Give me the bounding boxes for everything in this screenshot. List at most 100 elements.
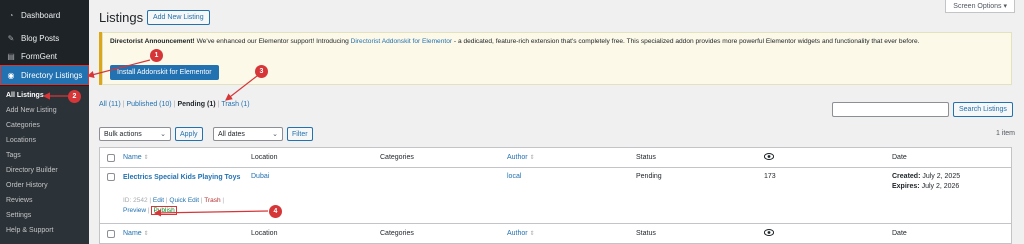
- bulk-actions-value: Bulk actions: [104, 130, 142, 138]
- created-label: Created:: [892, 173, 921, 180]
- filter-button[interactable]: Filter: [287, 127, 313, 141]
- table-row: Electrics Special Kids Playing Toys ID: …: [100, 169, 1011, 223]
- expires-value: July 2, 2026: [919, 183, 960, 190]
- column-name-footer[interactable]: Name ⇕: [123, 230, 149, 237]
- row-actions: ID: 2542 | Edit | Quick Edit | Trash | P…: [123, 197, 225, 215]
- created-date: Created: July 2, 2025: [892, 173, 960, 180]
- submenu-add-new-listing[interactable]: Add New Listing: [6, 107, 57, 114]
- screen-options-button[interactable]: Screen Options ▾: [945, 0, 1015, 13]
- quick-edit-link[interactable]: Quick Edit: [169, 197, 199, 204]
- notice-text: Directorist Announcement! We've enhanced…: [110, 37, 1010, 47]
- listings-table: Name ⇕ Location Categories Author ⇕ Stat…: [99, 147, 1012, 244]
- location-link[interactable]: Dubai: [251, 173, 269, 180]
- page-title: Listings: [99, 10, 144, 25]
- column-author-label: Author: [507, 154, 528, 161]
- views-count: 173: [764, 173, 776, 180]
- row-checkbox[interactable]: [107, 173, 115, 181]
- submenu-help-support[interactable]: Help & Support: [6, 227, 53, 234]
- pin-icon: ✎: [7, 33, 15, 43]
- annotation-marker-3: 3: [255, 65, 268, 78]
- view-all-link[interactable]: All (11): [99, 101, 121, 108]
- sidebar-item-label: Dashboard: [21, 10, 61, 20]
- submenu-tags[interactable]: Tags: [6, 152, 21, 159]
- submenu-locations[interactable]: Locations: [6, 137, 36, 144]
- view-published-link[interactable]: Published (10): [126, 101, 171, 108]
- notice-body: We've enhanced our Elementor support! In…: [194, 38, 351, 45]
- table-footer: Name ⇕ Location Categories Author ⇕ Stat…: [100, 223, 1011, 243]
- sidebar-submenu: All Listings Add New Listing Categories …: [0, 86, 89, 244]
- column-date-footer: Date: [892, 230, 907, 237]
- submenu-order-history[interactable]: Order History: [6, 182, 48, 189]
- expires-label: Expires:: [892, 183, 920, 190]
- dashboard-icon: ◔: [8, 10, 14, 20]
- column-categories-footer: Categories: [380, 230, 414, 237]
- view-pending-link[interactable]: Pending (1): [177, 101, 215, 108]
- listing-id: ID: 2542: [123, 197, 148, 204]
- eye-icon: [764, 229, 774, 236]
- addonskit-link[interactable]: Directorist Addonskit for Elementor: [351, 38, 453, 45]
- view-trash-link[interactable]: Trash (1): [221, 101, 249, 108]
- listing-title-link[interactable]: Electrics Special Kids Playing Toys: [123, 173, 243, 182]
- status-filter-links: All (11) | Published (10) | Pending (1) | Tras…: [99, 101, 250, 108]
- column-status-footer: Status: [636, 230, 656, 237]
- publish-link[interactable]: Publish: [151, 206, 177, 215]
- select-all-checkbox-footer[interactable]: [107, 230, 115, 238]
- table-header: Name ⇕ Location Categories Author ⇕ Stat…: [100, 148, 1011, 168]
- column-author-label: Author: [507, 230, 528, 237]
- sort-icon: ⇕: [529, 231, 535, 237]
- column-location: Location: [251, 154, 278, 161]
- submenu-settings[interactable]: Settings: [6, 212, 31, 219]
- annotation-marker-1: 1: [150, 49, 163, 62]
- date-filter-value: All dates: [218, 130, 245, 138]
- sort-icon: ⇕: [143, 155, 149, 161]
- trash-link[interactable]: Trash: [204, 197, 220, 204]
- edit-link[interactable]: Edit: [153, 197, 164, 204]
- search-input[interactable]: [832, 102, 949, 117]
- select-all-checkbox[interactable]: [107, 154, 115, 162]
- main-content: Listings Add New Listing Screen Options …: [89, 0, 1024, 244]
- bulk-actions-select[interactable]: Bulk actions ⌄: [99, 127, 171, 141]
- column-categories: Categories: [380, 154, 414, 161]
- form-icon: ▤: [7, 51, 15, 61]
- preview-link[interactable]: Preview: [123, 207, 146, 214]
- submenu-all-listings[interactable]: All Listings: [6, 92, 44, 99]
- submenu-categories[interactable]: Categories: [6, 122, 40, 129]
- sidebar-item-blog-posts[interactable]: ✎ Blog Posts: [0, 28, 89, 48]
- annotation-marker-4: 4: [269, 205, 282, 218]
- column-name[interactable]: Name ⇕: [123, 154, 149, 161]
- submenu-reviews[interactable]: Reviews: [6, 197, 32, 204]
- items-count: 1 item: [995, 130, 1015, 137]
- column-location-footer: Location: [251, 230, 278, 237]
- sidebar-item-label: Blog Posts: [21, 33, 60, 43]
- highlight-box: [0, 65, 89, 85]
- column-author[interactable]: Author ⇕: [507, 154, 535, 161]
- eye-icon: [764, 153, 774, 160]
- created-value: July 2, 2025: [920, 173, 961, 180]
- notice-body-2: - a dedicated, feature-rich extension th…: [452, 38, 920, 45]
- admin-sidebar: ◔ Dashboard ✎ Blog Posts ▤ FormGent ◉ Di…: [0, 0, 89, 244]
- add-new-listing-button[interactable]: Add New Listing: [147, 10, 210, 25]
- author-link[interactable]: local: [507, 173, 521, 180]
- chevron-down-icon: ⌄: [160, 131, 166, 138]
- sort-icon: ⇕: [529, 155, 535, 161]
- column-name-label: Name: [123, 230, 142, 237]
- status-cell: Pending: [636, 173, 662, 180]
- expires-date: Expires: July 2, 2026: [892, 183, 959, 190]
- sort-icon: ⇕: [143, 231, 149, 237]
- notice-heading: Directorist Announcement!: [110, 38, 195, 45]
- sidebar-item-dashboard[interactable]: ◔ Dashboard: [0, 5, 89, 25]
- column-name-label: Name: [123, 154, 142, 161]
- column-date: Date: [892, 154, 907, 161]
- sidebar-item-formgent[interactable]: ▤ FormGent: [0, 46, 89, 66]
- column-status: Status: [636, 154, 656, 161]
- submenu-directory-builder[interactable]: Directory Builder: [6, 167, 58, 174]
- install-addonskit-button[interactable]: Install Addonskit for Elementor: [110, 65, 219, 80]
- date-filter-select[interactable]: All dates ⌄: [213, 127, 283, 141]
- sidebar-item-label: FormGent: [21, 51, 58, 61]
- announcement-notice: Directorist Announcement! We've enhanced…: [99, 32, 1012, 85]
- chevron-down-icon: ⌄: [272, 131, 278, 138]
- search-listings-button[interactable]: Search Listings: [953, 102, 1013, 117]
- annotation-marker-2: 2: [68, 90, 81, 103]
- column-author-footer[interactable]: Author ⇕: [507, 230, 535, 237]
- apply-button[interactable]: Apply: [175, 127, 203, 141]
